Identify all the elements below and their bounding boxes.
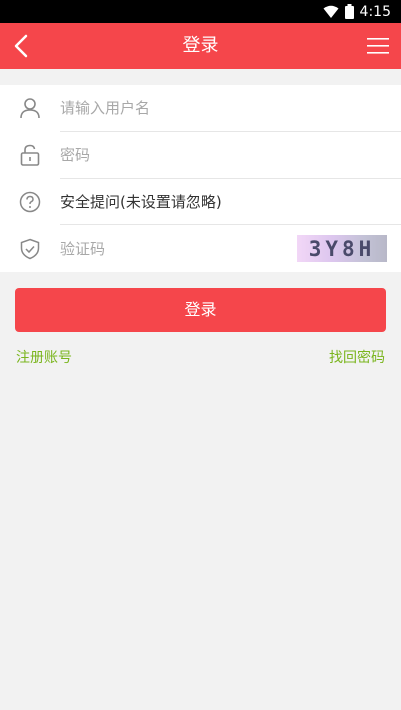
register-link[interactable]: 注册账号	[16, 347, 72, 367]
security-question-select[interactable]: 安全提问(未设置请忽略)	[60, 179, 401, 226]
status-bar: 4:15	[0, 0, 401, 23]
security-question-value: 安全提问(未设置请忽略)	[60, 192, 222, 211]
password-input[interactable]: 密码	[60, 132, 401, 179]
captcha-input[interactable]: 验证码 3Y8H	[60, 225, 401, 272]
login-button[interactable]: 登录	[15, 288, 386, 332]
username-input[interactable]: 请输入用户名	[60, 85, 401, 132]
captcha-placeholder: 验证码	[60, 240, 106, 259]
status-time: 4:15	[359, 3, 391, 20]
page-title: 登录	[182, 35, 219, 56]
username-row[interactable]: 请输入用户名	[0, 85, 401, 132]
wifi-icon	[323, 5, 339, 18]
username-placeholder: 请输入用户名	[60, 99, 151, 118]
captcha-image[interactable]: 3Y8H	[297, 235, 387, 263]
shield-check-icon	[0, 225, 60, 272]
user-icon	[0, 85, 60, 132]
security-question-row[interactable]: 安全提问(未设置请忽略)	[0, 179, 401, 226]
password-row[interactable]: 密码	[0, 132, 401, 179]
forgot-password-link[interactable]: 找回密码	[329, 347, 385, 367]
login-form: 请输入用户名 密码 安全提问(未设置请忽略) 验证码 3Y8H	[0, 85, 401, 272]
lock-icon	[0, 132, 60, 179]
menu-icon[interactable]	[367, 37, 389, 55]
app-bar: 登录	[0, 23, 401, 69]
battery-icon	[344, 4, 354, 19]
password-placeholder: 密码	[60, 146, 91, 165]
captcha-row[interactable]: 验证码 3Y8H	[0, 225, 401, 272]
question-icon	[0, 179, 60, 226]
